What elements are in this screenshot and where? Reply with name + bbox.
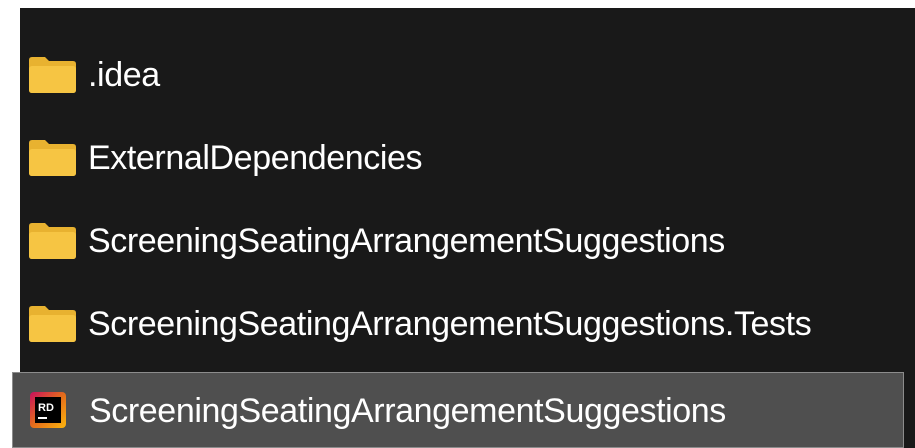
folder-icon <box>29 57 76 93</box>
item-label: ExternalDependencies <box>88 139 423 177</box>
folder-icon <box>29 223 76 259</box>
item-label: ScreeningSeatingArrangementSuggestions <box>89 392 726 430</box>
list-item-tests-folder[interactable]: ScreeningSeatingArrangementSuggestions.T… <box>20 284 915 364</box>
list-item-idea-folder[interactable]: .idea <box>20 35 915 115</box>
file-list: .idea ExternalDependencies ScreeningSeat… <box>12 8 915 448</box>
rider-icon-text: RD <box>38 402 54 414</box>
item-label: .idea <box>88 56 160 94</box>
folder-icon <box>29 306 76 342</box>
rider-solution-icon: RD <box>30 392 66 428</box>
list-item-project-folder[interactable]: ScreeningSeatingArrangementSuggestions <box>20 201 915 281</box>
item-label: ScreeningSeatingArrangementSuggestions.T… <box>88 305 812 343</box>
item-label: ScreeningSeatingArrangementSuggestions <box>88 222 725 260</box>
file-explorer-panel: .idea ExternalDependencies ScreeningSeat… <box>12 8 915 448</box>
list-item-external-dependencies-folder[interactable]: ExternalDependencies <box>20 118 915 198</box>
folder-icon <box>29 140 76 176</box>
list-item-solution-file[interactable]: RD ScreeningSeatingArrangementSuggestion… <box>12 372 904 448</box>
